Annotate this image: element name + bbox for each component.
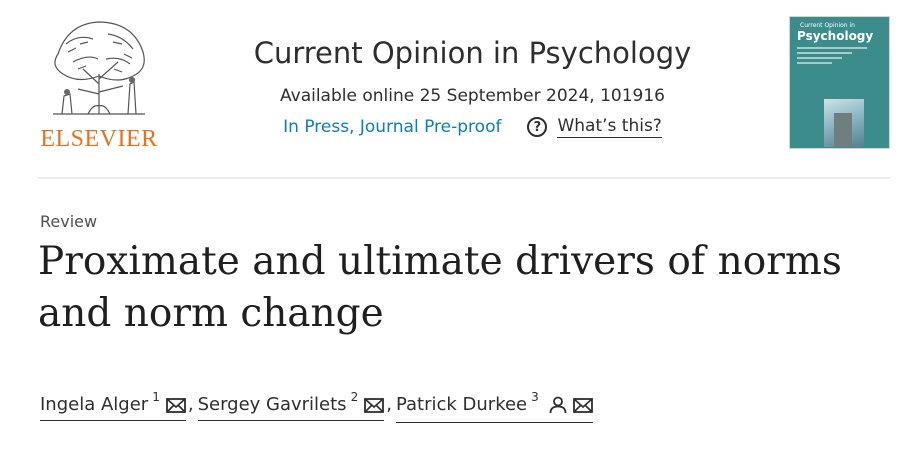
author-name: Sergey Gavrilets	[197, 394, 347, 415]
article-title: Proximate and ultimate drivers of norms …	[38, 239, 842, 336]
author-name: Patrick Durkee	[395, 394, 528, 415]
envelope-icon	[572, 397, 593, 418]
author-affiliation-sup: 2	[350, 390, 359, 404]
elsevier-wordmark: ELSEVIER	[40, 126, 158, 152]
cover-text-lines	[797, 47, 867, 67]
in-press-link[interactable]: In Press, Journal Pre-proof	[283, 117, 501, 137]
author-name: Ingela Alger	[40, 394, 149, 415]
person-icon	[549, 396, 567, 419]
author-link[interactable]: Sergey Gavrilets 2	[197, 390, 385, 421]
publication-status-row: In Press, Journal Pre-proof ? What’s thi…	[200, 116, 745, 138]
author-separator: ,	[386, 394, 392, 415]
whats-this-link[interactable]: What’s this?	[557, 116, 662, 138]
elsevier-logo[interactable]: ELSEVIER	[38, 14, 160, 152]
cover-journal-line2: Psychology	[797, 29, 874, 43]
journal-cover-image[interactable]: Current Opinion in Psychology	[789, 16, 890, 149]
whats-this-help[interactable]: ? What’s this?	[527, 116, 662, 138]
envelope-icon	[364, 397, 385, 418]
author-affiliation-sup: 3	[531, 390, 539, 404]
question-circle-icon: ?	[527, 117, 548, 137]
journal-title[interactable]: Current Opinion in Psychology	[200, 36, 745, 70]
article-type-label: Review	[40, 212, 98, 231]
author-list: Ingela Alger 1 , Sergey Gavrilets 2 , Pa…	[40, 390, 593, 423]
cover-artwork: Current Opinion in Psychology	[790, 17, 889, 148]
article-header: ELSEVIER Current Opinion in Psychology A…	[0, 0, 907, 180]
author-affiliation-sup: 1	[152, 390, 160, 404]
cover-journal-line1: Current Opinion in	[800, 22, 855, 29]
header-divider	[38, 177, 890, 179]
available-online-date: Available online 25 September 2024, 1019…	[280, 86, 665, 106]
envelope-icon	[165, 397, 186, 418]
elsevier-tree-icon	[53, 21, 145, 115]
author-link[interactable]: Patrick Durkee 3	[395, 390, 593, 423]
author-link[interactable]: Ingela Alger 1	[40, 390, 186, 421]
cover-photo-figure	[834, 113, 852, 147]
author-separator: ,	[187, 394, 194, 415]
